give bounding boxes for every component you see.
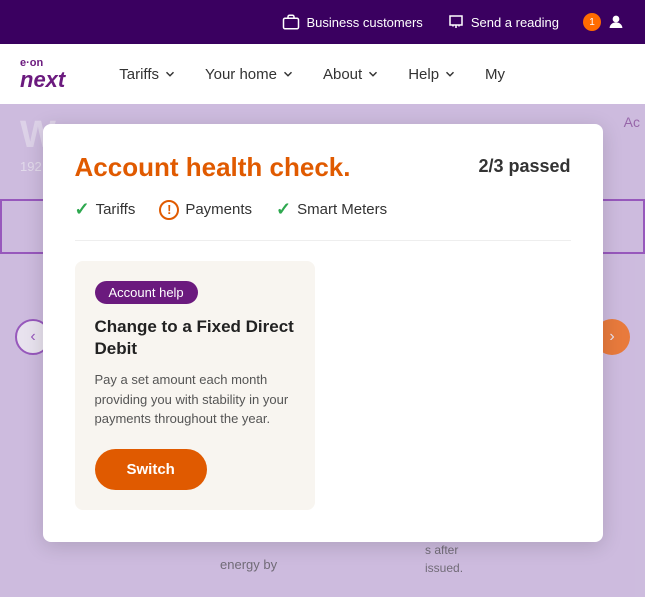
business-customers-link[interactable]: Business customers: [282, 13, 422, 31]
briefcase-icon: [282, 13, 300, 31]
nav-my[interactable]: My: [471, 58, 519, 91]
modal: Account health check. 2/3 passed ✓ Tarif…: [43, 124, 603, 542]
card-badge: Account help: [95, 281, 198, 304]
modal-checks: ✓ Tariffs ! Payments ✓ Smart Meters: [75, 199, 571, 241]
chevron-down-icon: [443, 67, 457, 81]
notification-badge: 1: [583, 13, 601, 31]
card-title: Change to a Fixed Direct Debit: [95, 316, 295, 360]
logo[interactable]: e·on next: [20, 57, 65, 91]
check-warning-icon: !: [159, 200, 179, 220]
chevron-down-icon: [366, 67, 380, 81]
nav-tariffs[interactable]: Tariffs: [105, 58, 191, 91]
modal-passed-label: 2/3 passed: [478, 152, 570, 177]
top-bar: Business customers Send a reading 1: [0, 0, 645, 44]
nav-your-home[interactable]: Your home: [191, 58, 309, 91]
modal-title: Account health check.: [75, 152, 351, 183]
nav-help[interactable]: Help: [394, 58, 471, 91]
modal-overlay: Account health check. 2/3 passed ✓ Tarif…: [0, 104, 645, 597]
suggestion-card: Account help Change to a Fixed Direct De…: [75, 261, 315, 510]
check-payments: ! Payments: [159, 200, 252, 220]
person-icon: [607, 13, 625, 31]
chevron-down-icon: [163, 67, 177, 81]
chevron-down-icon: [281, 67, 295, 81]
meter-icon: [447, 13, 465, 31]
nav-bar: e·on next Tariffs Your home About Help: [0, 44, 645, 104]
nav-items: Tariffs Your home About Help My: [105, 58, 519, 91]
modal-header: Account health check. 2/3 passed: [75, 152, 571, 183]
check-green-icon-2: ✓: [276, 199, 291, 220]
check-smart-meters: ✓ Smart Meters: [276, 199, 387, 220]
card-description: Pay a set amount each month providing yo…: [95, 370, 295, 429]
check-tariffs: ✓ Tariffs: [75, 199, 136, 220]
send-reading-link[interactable]: Send a reading: [447, 13, 559, 31]
nav-about[interactable]: About: [309, 58, 394, 91]
switch-button[interactable]: Switch: [95, 449, 207, 490]
notification-button[interactable]: 1: [583, 13, 625, 31]
logo-next-text: next: [20, 69, 65, 91]
check-green-icon: ✓: [75, 199, 90, 220]
